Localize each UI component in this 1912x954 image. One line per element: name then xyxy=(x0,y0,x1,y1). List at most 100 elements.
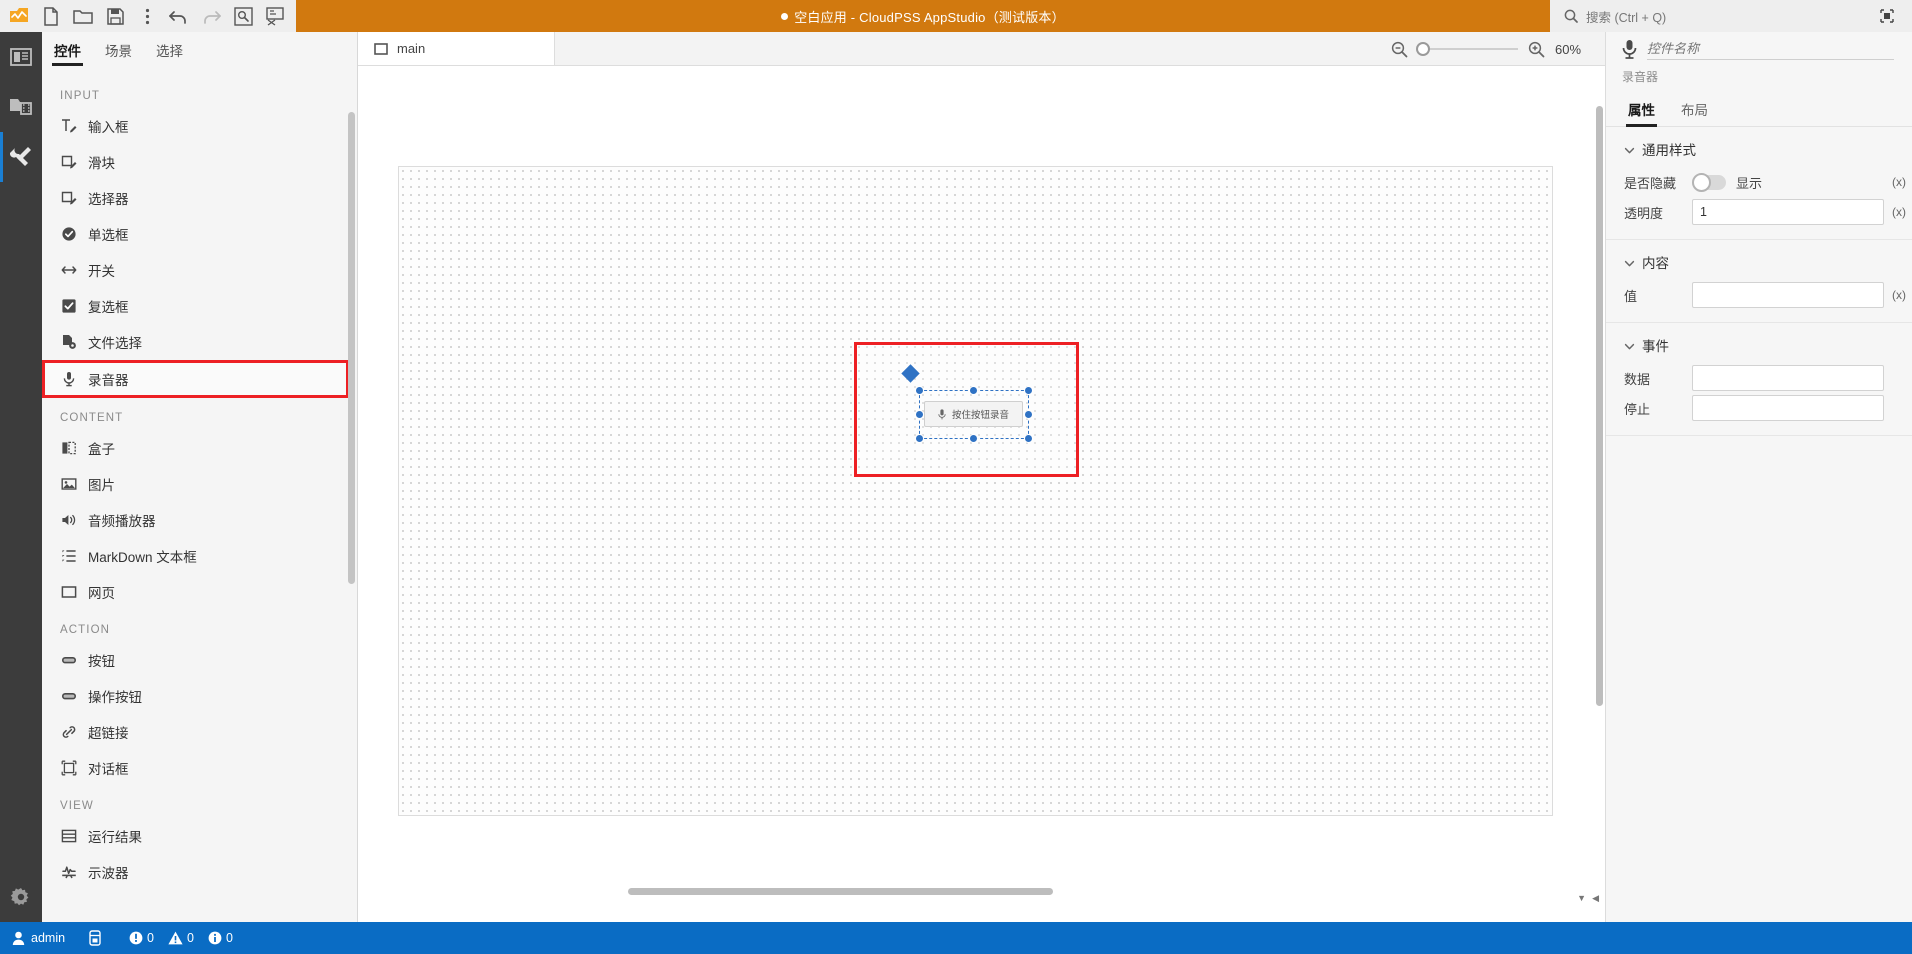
document-tab-main[interactable]: main xyxy=(358,32,555,65)
palette-item-checkbox[interactable]: 复选框 xyxy=(42,288,357,324)
palette-item-switch[interactable]: 开关 xyxy=(42,252,357,288)
rail-item-layout[interactable] xyxy=(0,32,42,82)
settings-button[interactable] xyxy=(0,874,42,922)
palette-item-select[interactable]: 选择器 xyxy=(42,180,357,216)
microphone-icon xyxy=(1622,40,1637,59)
palette-item-label: 图片 xyxy=(88,478,115,493)
resize-handle-se[interactable] xyxy=(1024,434,1033,443)
status-badge-error[interactable]: 0 xyxy=(129,931,154,945)
resize-handle-e[interactable] xyxy=(1024,409,1033,419)
property-row: 透明度 (x) xyxy=(1606,197,1912,227)
expression-toggle[interactable]: (x) xyxy=(1884,205,1906,219)
undo-icon[interactable] xyxy=(164,2,194,30)
widget-name-input[interactable] xyxy=(1647,38,1894,60)
palette-scrollbar[interactable] xyxy=(348,112,355,584)
property-input[interactable] xyxy=(1692,395,1884,421)
canvas-vertical-scrollbar[interactable] xyxy=(1596,106,1603,706)
maximize-icon[interactable] xyxy=(1872,2,1902,30)
user-icon xyxy=(12,931,25,945)
property-input[interactable] xyxy=(1692,199,1884,225)
more-vertical-icon[interactable] xyxy=(132,2,162,30)
palette-item-microphone[interactable]: 录音器 xyxy=(42,360,349,398)
resize-handle-sw[interactable] xyxy=(915,434,924,443)
zoom-out-icon[interactable] xyxy=(1391,41,1408,58)
document-tabbar: main 60% xyxy=(358,32,1605,66)
palette-tab-selection[interactable]: 选择 xyxy=(156,40,183,66)
properties-section-header[interactable]: 事件 xyxy=(1606,323,1912,363)
palette-item-label: 操作按钮 xyxy=(88,690,142,705)
palette-item-radio[interactable]: 单选框 xyxy=(42,216,357,252)
markdown-icon xyxy=(60,548,77,565)
preview-icon[interactable] xyxy=(228,2,258,30)
save-icon[interactable] xyxy=(100,2,130,30)
webpage-icon xyxy=(60,584,77,601)
property-label: 透明度 xyxy=(1624,205,1664,221)
palette-item-speaker[interactable]: 音频播放器 xyxy=(42,502,357,538)
open-folder-icon[interactable] xyxy=(68,2,98,30)
properties-section-header[interactable]: 通用样式 xyxy=(1606,127,1912,167)
zoom-percent[interactable]: 60% xyxy=(1555,42,1589,57)
palette-item-image[interactable]: 图片 xyxy=(42,466,357,502)
new-file-icon[interactable] xyxy=(36,2,66,30)
publish-icon[interactable] xyxy=(260,2,290,30)
properties-tabs: 属性 布局 xyxy=(1606,85,1912,127)
resize-handle-s[interactable] xyxy=(969,434,978,443)
rail-item-media[interactable] xyxy=(0,82,42,132)
palette-item-file-picker[interactable]: 文件选择 xyxy=(42,324,357,360)
properties-section: 内容值 (x) xyxy=(1606,240,1912,323)
palette-item-action-button[interactable]: 操作按钮 xyxy=(42,678,357,714)
property-label: 停止 xyxy=(1624,401,1651,417)
expression-toggle[interactable]: (x) xyxy=(1884,175,1906,189)
resize-handle-nw[interactable] xyxy=(915,386,924,395)
palette-item-slider[interactable]: 滑块 xyxy=(42,144,357,180)
anchor-diamond-icon[interactable] xyxy=(901,364,920,383)
zoom-slider[interactable] xyxy=(1416,42,1518,56)
zoom-in-icon[interactable] xyxy=(1528,41,1545,58)
status-badges: 0 0 0 xyxy=(113,931,233,945)
palette-item-webpage[interactable]: 网页 xyxy=(42,574,357,610)
palette-item-link[interactable]: 超链接 xyxy=(42,714,357,750)
properties-tab-attributes[interactable]: 属性 xyxy=(1626,99,1657,127)
palette-item-label: 输入框 xyxy=(88,120,129,135)
canvas-viewport[interactable]: 按住按钮录音 ▼ ◀ xyxy=(358,66,1605,906)
status-badge-info[interactable]: 0 xyxy=(208,931,233,945)
palette-item-markdown[interactable]: MarkDown 文本框 xyxy=(42,538,357,574)
scroll-left-arrow-icon[interactable]: ◀ xyxy=(1592,893,1599,903)
chevron-down-icon xyxy=(1624,257,1635,267)
rail-item-tools[interactable] xyxy=(0,132,42,182)
recorder-widget-button[interactable]: 按住按钮录音 xyxy=(924,401,1023,427)
palette-item-label: MarkDown 文本框 xyxy=(88,550,197,565)
palette-item-label: 超链接 xyxy=(88,726,129,741)
property-input[interactable] xyxy=(1692,365,1884,391)
window-title: 空白应用 - CloudPSS AppStudio（测试版本） xyxy=(296,7,1550,26)
palette-item-dialog[interactable]: 对话框 xyxy=(42,750,357,786)
resize-handle-ne[interactable] xyxy=(1024,386,1033,395)
property-input[interactable] xyxy=(1692,282,1884,308)
app-logo-icon[interactable] xyxy=(4,2,34,30)
palette-item-box[interactable]: 盒子 xyxy=(42,430,357,466)
page-icon xyxy=(374,42,388,55)
resize-handle-n[interactable] xyxy=(969,386,978,395)
palette-item-text-input[interactable]: 输入框 xyxy=(42,108,357,144)
action-button-icon xyxy=(60,688,77,705)
properties-section-header[interactable]: 内容 xyxy=(1606,240,1912,280)
switch-icon xyxy=(60,262,77,279)
palette-tab-scenes[interactable]: 场景 xyxy=(105,40,132,66)
status-database[interactable] xyxy=(77,922,113,954)
status-badge-warning[interactable]: 0 xyxy=(168,931,194,945)
status-user[interactable]: admin xyxy=(0,922,77,954)
palette-item-result-table[interactable]: 运行结果 xyxy=(42,818,357,854)
info-icon xyxy=(208,931,222,945)
resize-handle-w[interactable] xyxy=(915,409,924,419)
properties-tab-layout[interactable]: 布局 xyxy=(1681,99,1708,126)
global-search[interactable]: 搜索 (Ctrl + Q) xyxy=(1550,0,1872,32)
artboard[interactable]: 按住按钮录音 xyxy=(398,166,1553,816)
palette-item-button[interactable]: 按钮 xyxy=(42,642,357,678)
scroll-down-arrow-icon[interactable]: ▼ xyxy=(1577,893,1586,903)
zoom-slider-knob[interactable] xyxy=(1416,42,1430,56)
palette-item-oscilloscope[interactable]: 示波器 xyxy=(42,854,357,890)
property-toggle[interactable] xyxy=(1692,172,1726,192)
left-icon-rail xyxy=(0,32,42,922)
expression-toggle[interactable]: (x) xyxy=(1884,288,1906,302)
palette-tab-widgets[interactable]: 控件 xyxy=(52,40,83,66)
